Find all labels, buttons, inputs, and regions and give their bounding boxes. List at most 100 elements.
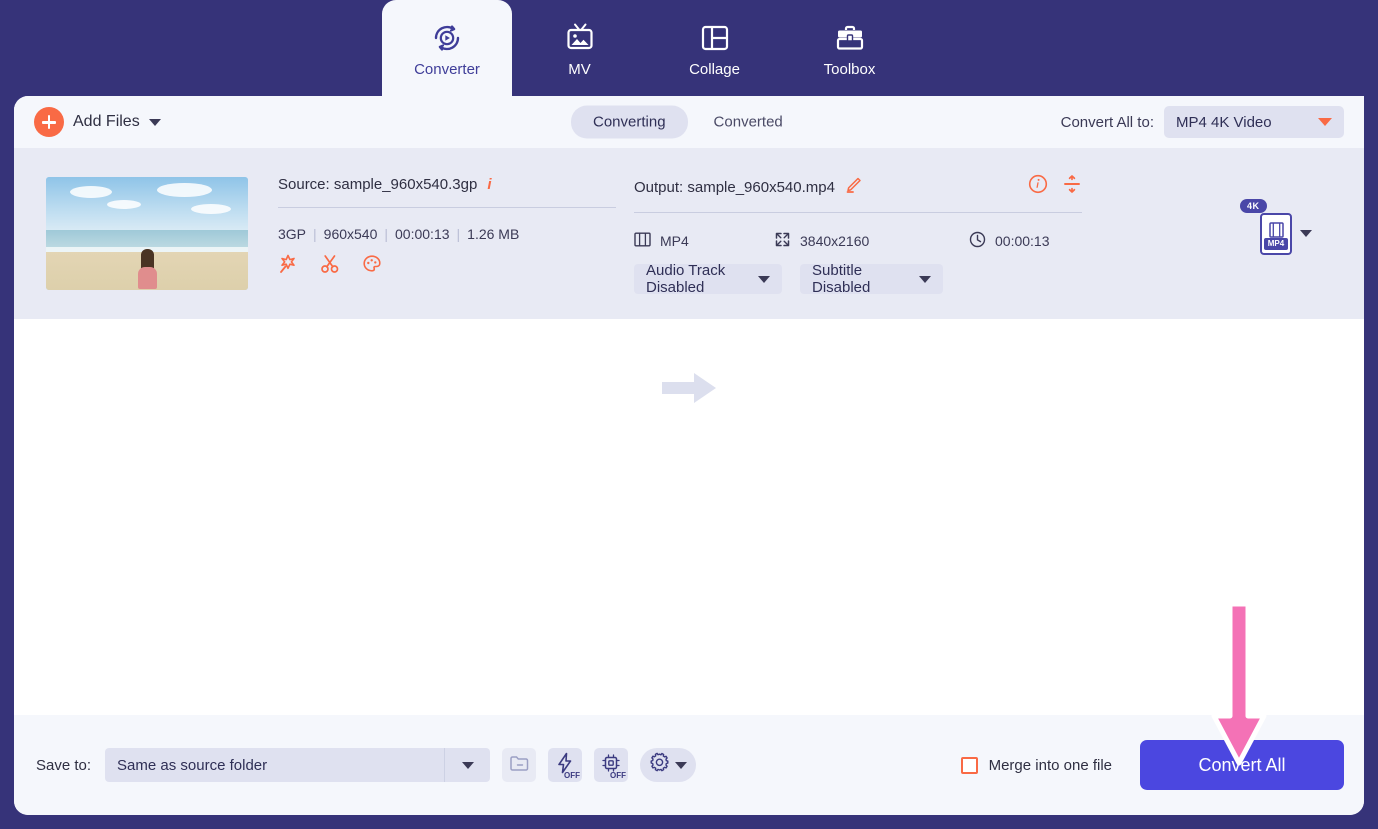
add-files-label: Add Files <box>73 113 140 130</box>
chevron-down-icon[interactable] <box>1300 230 1312 237</box>
convert-all-to-value: MP4 4K Video <box>1176 113 1272 131</box>
cloud-shape <box>70 186 113 199</box>
output-actions <box>1028 174 1082 198</box>
separator: | <box>313 226 317 242</box>
output-divider <box>634 212 1082 213</box>
convert-all-to-group: Convert All to: MP4 4K Video <box>1061 106 1344 138</box>
tab-toolbox[interactable]: Toolbox <box>782 0 917 96</box>
separator: | <box>384 226 389 242</box>
source-format: 3GP <box>278 226 307 242</box>
converter-icon <box>430 20 464 56</box>
source-title-row: Source: sample_960x540.3gp i <box>278 176 616 193</box>
source-filename: Source: sample_960x540.3gp <box>278 176 478 193</box>
output-panel: Output: sample_960x540.mp4 MP4 3840x2160… <box>634 174 1082 296</box>
tab-label: Toolbox <box>823 60 876 78</box>
audio-track-value: Audio Track Disabled <box>646 262 726 296</box>
tab-label: MV <box>568 60 591 78</box>
clock-icon <box>969 231 986 251</box>
output-metadata: MP4 3840x2160 00:00:13 <box>634 231 1082 251</box>
toolbox-icon <box>834 20 866 56</box>
video-thumbnail[interactable] <box>46 177 248 290</box>
output-resolution: 3840x2160 <box>800 233 870 249</box>
merge-label: Merge into one file <box>988 756 1112 774</box>
compress-icon[interactable] <box>1062 174 1082 198</box>
tab-converter[interactable]: Converter <box>382 0 512 96</box>
thumbnail-person-body <box>137 267 157 290</box>
lightning-off-badge: OFF <box>564 771 581 780</box>
checkbox-box <box>960 756 978 774</box>
save-to-label: Save to: <box>36 756 92 774</box>
chevron-down-icon <box>461 761 474 769</box>
bottom-bar: Save to: Same as source folder OFF OFF M… <box>14 715 1364 815</box>
source-panel: Source: sample_960x540.3gp i 3GP | 960x5… <box>278 176 616 279</box>
source-resolution: 960x540 <box>323 226 378 242</box>
output-filename: Output: sample_960x540.mp4 <box>634 178 835 196</box>
app-window: Add Files Converting Converted Convert A… <box>14 96 1364 815</box>
source-filesize: 1.26 MB <box>467 226 520 242</box>
output-resolution-cell: 3840x2160 <box>774 231 969 251</box>
expand-icon <box>774 231 791 251</box>
quality-badge: 4K <box>1240 198 1267 213</box>
subtitle-select[interactable]: Subtitle Disabled <box>800 262 943 296</box>
open-folder-icon <box>509 754 529 777</box>
source-edit-tools <box>278 254 616 279</box>
output-duration: 00:00:13 <box>995 233 1050 249</box>
format-badge-group[interactable]: 4K MP4 <box>1240 198 1312 255</box>
chevron-down-icon <box>675 761 688 769</box>
output-format: MP4 <box>660 233 689 249</box>
save-to-dropdown-arrow[interactable] <box>444 748 490 782</box>
tab-converting[interactable]: Converting <box>571 105 688 139</box>
output-track-selects: Audio Track Disabled Subtitle Disabled <box>634 262 1082 296</box>
tab-label: Converter <box>414 60 480 78</box>
output-duration-cell: 00:00:13 <box>969 231 1050 251</box>
hardware-speed-button[interactable]: OFF <box>548 748 583 782</box>
gpu-off-badge: OFF <box>610 771 627 780</box>
mv-icon <box>563 20 597 56</box>
scissors-trim-icon[interactable] <box>320 254 340 279</box>
add-files-button[interactable]: Add Files <box>34 107 161 137</box>
action-toolbar: Add Files Converting Converted Convert A… <box>14 96 1364 148</box>
collage-icon <box>699 20 731 56</box>
top-nav-bar: Converter MV Collage Toolbox <box>0 0 1378 96</box>
plus-circle-icon <box>34 107 64 137</box>
save-to-select[interactable]: Same as source folder <box>105 748 491 782</box>
info-circle-icon[interactable] <box>1028 174 1048 198</box>
source-metadata: 3GP | 960x540 | 00:00:13 | 1.26 MB <box>278 226 616 242</box>
convert-all-to-label: Convert All to: <box>1060 113 1154 131</box>
tab-mv[interactable]: MV <box>512 0 647 96</box>
convert-all-button[interactable]: Convert All <box>1140 740 1344 790</box>
chevron-down-icon[interactable] <box>148 118 161 126</box>
cloud-shape <box>106 199 141 209</box>
separator: | <box>456 226 461 242</box>
format-badge-label: MP4 <box>1264 237 1288 250</box>
tab-collage[interactable]: Collage <box>647 0 782 96</box>
cloud-shape <box>157 182 213 197</box>
merge-into-one-file-checkbox[interactable]: Merge into one file <box>960 756 1112 774</box>
film-strip-icon <box>1268 221 1284 238</box>
convert-all-to-select[interactable]: MP4 4K Video <box>1164 106 1344 138</box>
info-italic-icon[interactable]: i <box>487 176 491 193</box>
chevron-down-icon <box>919 275 931 283</box>
chevron-down-icon <box>1318 118 1332 126</box>
output-format-badge[interactable]: 4K MP4 <box>1240 198 1292 255</box>
pencil-edit-icon[interactable] <box>845 176 863 198</box>
tab-label: Collage <box>689 60 740 78</box>
film-strip-icon <box>634 232 651 250</box>
settings-button[interactable] <box>640 748 697 782</box>
palette-effects-icon[interactable] <box>362 254 382 279</box>
magic-wand-icon[interactable] <box>278 254 298 279</box>
gear-settings-icon <box>649 752 670 778</box>
subtitle-value: Subtitle Disabled <box>812 262 871 296</box>
source-divider <box>278 207 616 208</box>
gpu-accel-button[interactable]: OFF <box>594 748 629 782</box>
right-arrow-icon <box>662 370 718 406</box>
status-tabs: Converting Converted <box>571 105 805 139</box>
tab-converted[interactable]: Converted <box>692 106 805 139</box>
audio-track-select[interactable]: Audio Track Disabled <box>634 262 782 296</box>
output-format-cell: MP4 <box>634 232 774 250</box>
open-folder-button[interactable] <box>502 748 537 782</box>
file-item-row: Source: sample_960x540.3gp i 3GP | 960x5… <box>14 148 1364 403</box>
output-title-row: Output: sample_960x540.mp4 <box>634 174 1082 198</box>
main-tabs: Converter MV Collage Toolbox <box>382 0 917 96</box>
chevron-down-icon <box>758 275 770 283</box>
